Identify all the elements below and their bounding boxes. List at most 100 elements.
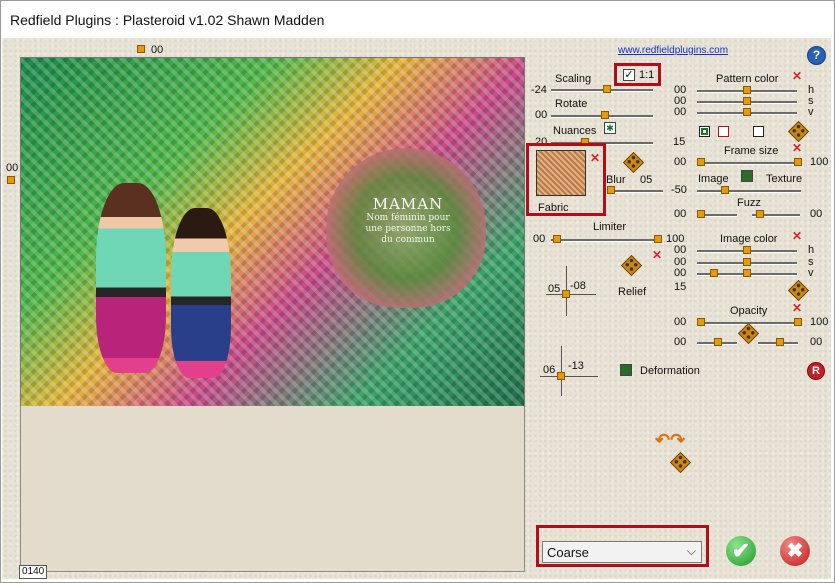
rotate-slider-handle[interactable] [601,111,609,119]
image-texture-toggle[interactable] [741,170,753,182]
blur-slider-handle[interactable] [607,186,615,194]
pattern-mode-2[interactable] [718,126,729,137]
fabric-label: Fabric [538,202,569,214]
scaling-checkbox[interactable]: ✓ [623,69,635,81]
vertical-position-value: 00 [6,162,19,174]
frame-size-track[interactable] [697,162,801,165]
pattern-v-label: v [808,106,814,118]
heart-title: MAMAN [372,195,444,213]
pattern-v-handle[interactable] [743,108,751,116]
frame-size-right-value: 100 [810,156,829,168]
frame-size-left-value: 00 [674,156,687,168]
image-s-handle[interactable] [743,258,751,266]
heart-line-3: du commun [381,235,435,245]
fabric-swatch[interactable] [536,150,586,196]
pattern-s-handle[interactable] [743,97,751,105]
limiter-right-handle[interactable] [654,235,662,243]
nuances-right-value: 15 [673,136,686,148]
heart-line-2: une personne hors [365,224,451,234]
image-h-value: 00 [674,244,687,256]
counter-readout: 0140 [19,565,48,579]
pattern-color-label: Pattern color [716,73,779,85]
title-bar: Redfield Plugins : Plasteroid v1.02 Shaw… [2,2,831,38]
image-v-value: 00 [674,267,687,279]
opacity-left2-value: 00 [674,336,687,348]
window-title: Redfield Plugins : Plasteroid v1.02 Shaw… [10,12,325,28]
nuances-label: Nuances [553,125,597,137]
limiter-left-handle[interactable] [553,235,561,243]
opacity-right-handle[interactable] [794,318,802,326]
opacity-right2-value: 00 [810,336,823,348]
relief-x-value: 05 [548,283,561,295]
image-color-label: Image color [720,233,778,245]
fuzz-right-value: 00 [810,208,823,220]
pattern-mode-1[interactable] [699,126,710,137]
relief-pad-handle[interactable] [562,290,570,298]
image-texture-track[interactable] [697,190,801,193]
texture-label: Texture [766,173,803,185]
scaling-slider-track[interactable] [551,89,653,92]
fuzz-left-value: 00 [674,208,687,220]
frame-size-reset-icon[interactable]: ✕ [792,142,802,154]
opacity2-left-handle[interactable] [714,338,722,346]
opacity-right-value: 100 [810,316,829,328]
rotate-label: Rotate [555,98,588,110]
deform-pad-handle[interactable] [557,372,565,380]
frame-size-left-handle[interactable] [697,158,705,166]
blur-label: Blur [606,174,626,186]
pattern-mode-3[interactable] [753,126,764,137]
image-h-label: h [808,244,815,256]
image-color-reset-icon[interactable]: ✕ [792,230,802,242]
horizontal-position-handle[interactable] [137,45,145,53]
fuzz-right-handle[interactable] [756,210,764,218]
image-v-handle-left[interactable] [710,269,718,277]
frame-size-right-handle[interactable] [794,158,802,166]
scaling-value: -24 [531,84,547,96]
deformation-checkbox[interactable] [620,364,632,376]
mode-select[interactable]: Coarse ⌵ [542,541,702,563]
opacity-reset-icon[interactable]: ✕ [792,302,802,314]
preview-heart-text: MAMAN Nom féminin pour une personne hors… [343,195,473,246]
blur-slider-track[interactable] [607,190,663,193]
deform-pad-vertical [561,346,562,396]
preview-image[interactable]: MAMAN Nom féminin pour une personne hors… [20,57,525,407]
redfield-link[interactable]: www.redfieldplugins.com [618,45,728,56]
mode-select-value: Coarse [547,545,589,560]
relief-reset-icon[interactable]: ✕ [652,249,662,261]
fuzz-label: Fuzz [737,197,761,209]
opacity-left-value: 00 [674,316,687,328]
chevron-down-icon: ⌵ [686,544,696,558]
cancel-button[interactable]: ✖ [780,536,810,566]
opacity2-right-handle[interactable] [776,338,784,346]
image-h-handle[interactable] [743,246,751,254]
fuzz-left-handle[interactable] [697,210,705,218]
image-texture-value: -50 [671,184,687,196]
person-left [96,183,166,373]
scaling-checkbox-label: 1:1 [639,69,655,81]
image-v-label: v [808,267,814,279]
opacity-left-handle[interactable] [697,318,705,326]
deform-y-value: -13 [568,360,584,372]
relief-y-value: -08 [570,280,586,292]
pattern-h-handle[interactable] [743,86,751,94]
limiter-slider-track[interactable] [551,239,661,242]
frame-size-label: Frame size [724,145,779,157]
image-color-extra-value: 15 [674,281,687,293]
reset-icon[interactable]: R [807,362,825,380]
limiter-left-value: 00 [533,233,546,245]
help-icon[interactable]: ? [807,46,826,65]
ok-button[interactable]: ✔ [726,536,756,566]
image-v-handle[interactable] [743,269,751,277]
image-label: Image [698,173,729,185]
preview-people [76,173,256,388]
scaling-slider-handle[interactable] [603,85,611,93]
horizontal-position-value: 00 [151,44,164,56]
nuances-toggle[interactable]: ✱ [604,122,616,134]
vertical-position-handle[interactable] [7,176,15,184]
pattern-v-value: 00 [674,106,687,118]
preview-empty-area [20,406,525,572]
image-texture-handle[interactable] [721,186,729,194]
fabric-remove-icon[interactable]: ✕ [590,152,600,164]
undo-redo-arrows-icon[interactable]: ↶↷ [655,430,685,451]
pattern-color-reset-icon[interactable]: ✕ [792,70,802,82]
